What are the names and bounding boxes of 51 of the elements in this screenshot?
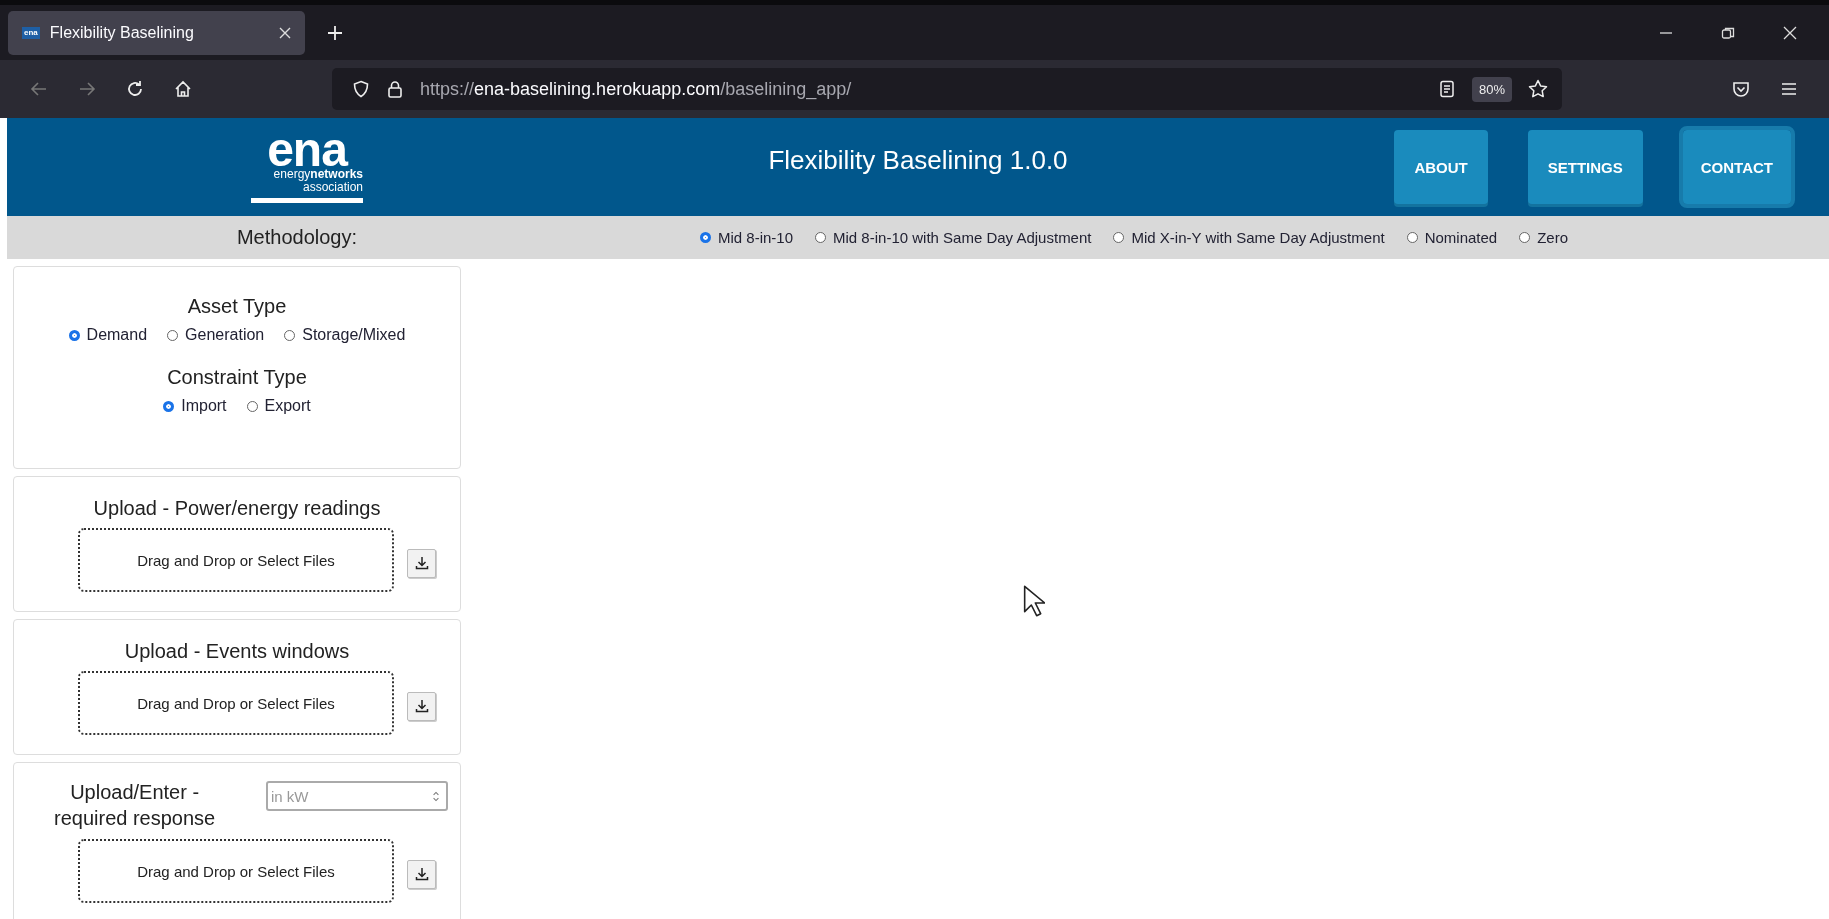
plus-icon[interactable]: [327, 24, 343, 41]
option-radio[interactable]: Import: [163, 397, 227, 415]
home-icon[interactable]: [174, 80, 192, 98]
file-drop-zone[interactable]: Drag and Drop or Select Files: [78, 528, 394, 592]
mouse-pointer-icon: [1023, 585, 1045, 617]
option-radio[interactable]: Export: [246, 397, 311, 415]
tab-title: Flexibility Baselining: [49, 23, 195, 42]
star-icon[interactable]: [1528, 79, 1548, 99]
methodology-radio[interactable]: Mid 8-in-10 with Same Day Adjustment: [815, 229, 1092, 246]
spinner-arrows-icon[interactable]: [432, 790, 440, 803]
menu-icon[interactable]: [1780, 80, 1798, 98]
address-bar[interactable]: https://ena-baselining.herokuapp.com/baselining_app/ 80%: [332, 68, 1562, 110]
methodology-label: Methodology:: [235, 226, 359, 249]
download-button[interactable]: [407, 859, 436, 889]
number-input[interactable]: in kW: [266, 781, 448, 811]
methodology-radio[interactable]: Mid X-in-Y with Same Day Adjustment: [1113, 229, 1385, 246]
zoom-level-button[interactable]: 80%: [1471, 76, 1512, 102]
forward-arrow-icon[interactable]: [78, 80, 96, 98]
download-icon: [414, 699, 429, 713]
methodology-radio[interactable]: Mid 8-in-10: [700, 229, 794, 246]
upload-title: Upload/Enter - required response: [54, 780, 216, 831]
download-button[interactable]: [407, 548, 436, 578]
option-radio[interactable]: Storage/Mixed: [284, 326, 406, 344]
group-title: Constraint Type: [167, 366, 307, 389]
browser-tab[interactable]: ena Flexibility Baselining: [8, 10, 305, 55]
upload-title: Upload - Events windows: [124, 640, 350, 663]
download-icon: [414, 867, 429, 881]
file-drop-zone[interactable]: Drag and Drop or Select Files: [78, 671, 394, 735]
group-title: Asset Type: [187, 295, 287, 318]
close-icon[interactable]: [279, 26, 291, 39]
option-radio[interactable]: Demand: [68, 326, 148, 344]
app-title: Flexibility Baselining 1.0.0: [767, 144, 1069, 176]
option-radio[interactable]: Generation: [167, 326, 265, 344]
pocket-icon[interactable]: [1732, 80, 1750, 98]
back-arrow-icon[interactable]: [30, 80, 48, 98]
reload-icon[interactable]: [126, 80, 144, 98]
methodology-radio[interactable]: Zero: [1519, 229, 1569, 246]
methodology-radio[interactable]: Nominated: [1406, 229, 1498, 246]
download-icon: [414, 556, 429, 570]
url-text: https://ena-baselining.herokuapp.com/baselining_app/: [420, 78, 852, 100]
shield-icon[interactable]: [352, 80, 370, 98]
nav-button[interactable]: ABOUT: [1394, 130, 1488, 204]
reader-view-icon[interactable]: [1437, 80, 1456, 98]
file-drop-zone[interactable]: Drag and Drop or Select Files: [78, 839, 394, 903]
restore-icon[interactable]: [1721, 25, 1735, 40]
download-button[interactable]: [407, 691, 436, 721]
favicon-icon: ena: [22, 26, 40, 39]
upload-title: Upload - Power/energy readings: [93, 497, 381, 520]
lock-icon[interactable]: [386, 80, 404, 98]
nav-button[interactable]: SETTINGS: [1527, 130, 1643, 204]
close-icon[interactable]: [1783, 25, 1797, 40]
